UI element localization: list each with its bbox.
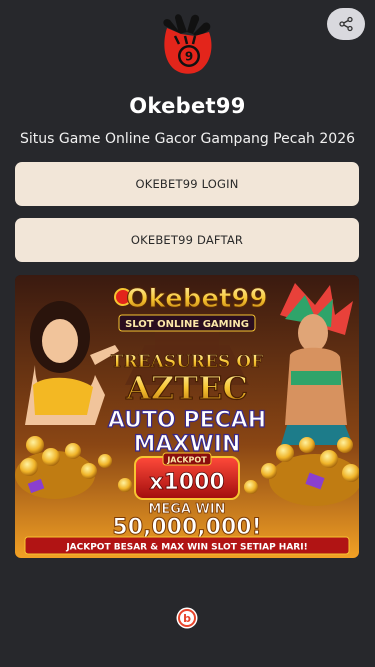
footer-logo-letter: b — [183, 612, 191, 625]
banner-tagline: SLOT ONLINE GAMING — [125, 319, 249, 330]
avatar: 9 — [155, 12, 221, 78]
promo-banner[interactable]: Okebet99 SLOT ONLINE GAMING TREASURES OF… — [15, 275, 359, 558]
mega-win-amount: 50,000,000! — [112, 515, 261, 540]
banner-brand-logo: Okebet99 — [114, 284, 268, 315]
share-icon — [339, 16, 353, 32]
profile-name: Okebet99 — [129, 94, 246, 118]
avatar-digit: 9 — [185, 50, 193, 64]
footer-logo-button[interactable]: b — [176, 607, 198, 629]
register-link-button[interactable]: OKEBET99 DAFTAR — [15, 218, 359, 262]
jackpot-label: JACKPOT — [166, 456, 207, 465]
bio-link-logo-icon: b — [176, 607, 198, 629]
hand-coin-9-logo: 9 — [163, 14, 212, 74]
banner-artwork: Okebet99 SLOT ONLINE GAMING TREASURES OF… — [15, 275, 359, 558]
jackpot-multiplier: x1000 — [149, 470, 224, 495]
banner-game-title-line2: AZTEC — [125, 369, 248, 407]
banner-ribbon-text: JACKPOT BESAR & MAX WIN SLOT SETIAP HARI… — [65, 543, 307, 553]
banner-promo-line1: AUTO PECAH — [108, 408, 266, 433]
banner-brand-text: Okebet99 — [126, 284, 267, 314]
profile-description: Situs Game Online Gacor Gampang Pecah 20… — [19, 131, 356, 147]
jackpot-multiplier-badge: JACKPOT x1000 — [134, 452, 240, 500]
share-button[interactable] — [327, 8, 365, 40]
login-link-button[interactable]: OKEBET99 LOGIN — [15, 162, 359, 206]
